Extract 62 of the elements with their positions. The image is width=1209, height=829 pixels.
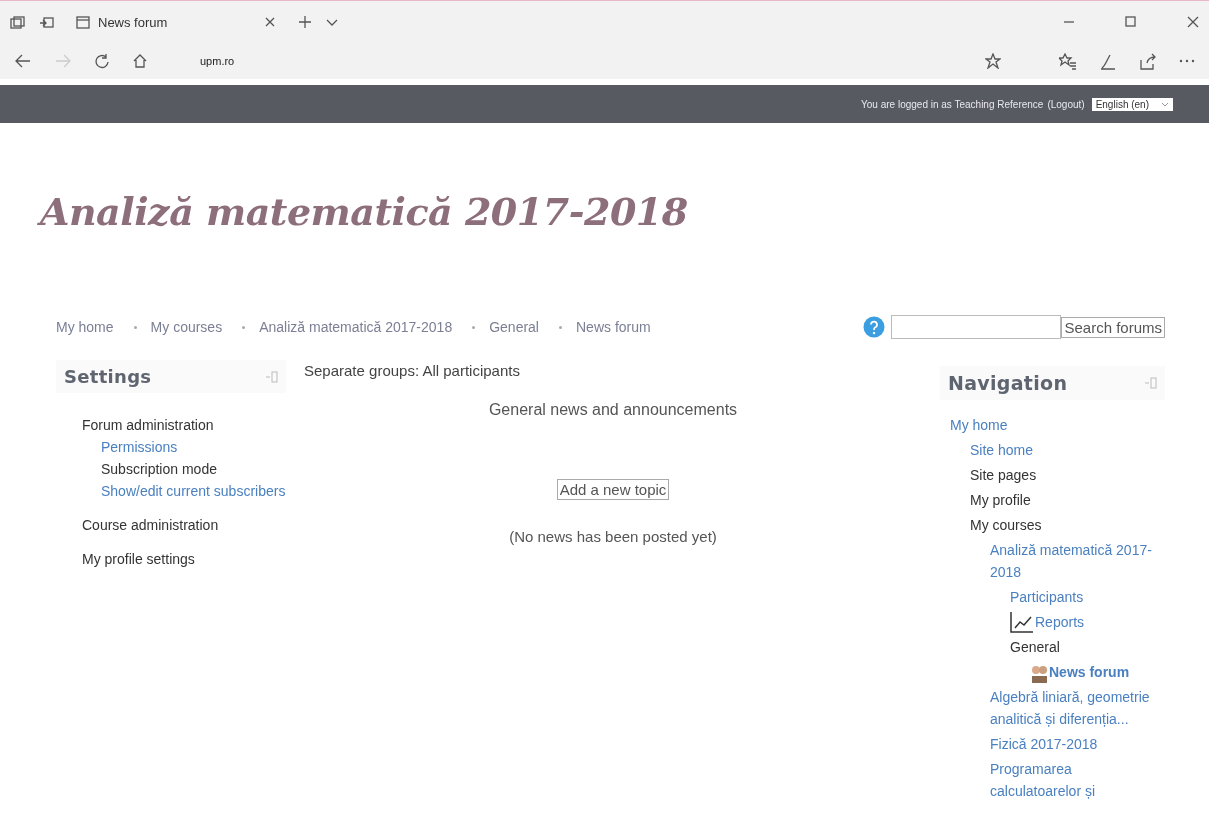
tree-link[interactable]: Show/edit current subscribers <box>101 481 286 501</box>
tree-item[interactable]: Forum administration <box>82 415 214 435</box>
tree-item[interactable]: General <box>1010 636 1060 658</box>
plus-icon[interactable] <box>298 15 312 29</box>
caret-icon <box>1161 100 1169 108</box>
tree-item[interactable]: Course administration <box>82 515 219 535</box>
refresh-icon[interactable] <box>94 53 110 69</box>
tree-link[interactable]: Participants <box>1010 586 1084 608</box>
tree-item[interactable]: Site pages <box>970 464 1037 486</box>
separator-dot-icon <box>559 325 562 329</box>
home-icon[interactable] <box>132 53 148 69</box>
tabs-icon[interactable] <box>10 15 25 29</box>
language-select[interactable]: English (en) <box>1091 97 1173 111</box>
breadcrumb-link[interactable]: Analiză matematică 2017-2018 <box>259 319 453 335</box>
tree-link[interactable]: News forum <box>1049 661 1130 683</box>
pen-icon[interactable] <box>1099 52 1117 70</box>
tree-link[interactable]: Site home <box>970 439 1034 461</box>
group-selector[interactable]: Separate groups: All participants <box>304 362 922 379</box>
tab-title: News forum <box>98 14 168 30</box>
address-bar[interactable]: upm.ro <box>200 55 963 67</box>
separator-dot-icon <box>133 325 137 329</box>
favorites-icon[interactable] <box>1059 52 1077 70</box>
empty-message: (No news has been posted yet) <box>509 528 717 545</box>
tree-link[interactable]: My home <box>950 414 1008 436</box>
tree-item[interactable]: My profile <box>970 489 1031 511</box>
close-icon[interactable] <box>264 16 276 28</box>
tree-link[interactable]: Permissions <box>101 437 178 457</box>
block-title: Navigation <box>948 372 1068 394</box>
logout-link[interactable]: (Logout) <box>1047 98 1085 110</box>
tree-link[interactable]: Fizică 2017-2018 <box>990 733 1098 755</box>
dock-toggle-icon[interactable] <box>1144 377 1157 389</box>
tree-link[interactable]: Programarea calculatoarelor și <box>990 758 1165 802</box>
share-icon[interactable] <box>1139 52 1157 70</box>
tab-aside-icon[interactable] <box>39 15 54 29</box>
page-icon <box>76 15 90 29</box>
search-field[interactable] <box>891 315 1062 339</box>
separator-dot-icon <box>242 325 246 329</box>
search-button[interactable]: Search forums <box>1061 316 1165 338</box>
separator-dot-icon <box>472 325 476 329</box>
block-title: Settings <box>64 366 152 387</box>
back-arrow-icon[interactable] <box>14 53 32 69</box>
tree-item[interactable]: My profile settings <box>82 549 195 569</box>
tree-link[interactable]: Algebră liniară, geometrie analitică și diferenția... <box>990 686 1165 730</box>
maximize-icon[interactable] <box>1125 16 1137 28</box>
tree-item[interactable]: My courses <box>970 514 1042 536</box>
close-icon[interactable] <box>1187 16 1199 28</box>
breadcrumb-link[interactable]: General <box>489 319 539 335</box>
dock-toggle-icon[interactable] <box>265 370 278 383</box>
login-info: You are logged in as Teaching Reference <box>861 98 1044 110</box>
people-icon <box>1030 665 1048 683</box>
tree-item[interactable]: Subscription mode <box>101 459 217 479</box>
chart-icon <box>1010 611 1034 633</box>
tree-link[interactable]: Analiză matematică 2017-2018 <box>990 539 1165 583</box>
forum-intro: General news and announcements <box>488 401 738 419</box>
add-topic-button[interactable]: Add a new topic <box>556 479 670 500</box>
breadcrumb-link[interactable]: News forum <box>576 319 651 335</box>
chevron-down-icon[interactable] <box>326 17 338 27</box>
breadcrumb-link[interactable]: My courses <box>150 319 223 335</box>
star-icon[interactable] <box>985 53 1001 69</box>
breadcrumb-link[interactable]: My home <box>56 319 114 335</box>
help-icon[interactable] <box>863 316 886 338</box>
tree-link[interactable]: Reports <box>1035 611 1085 633</box>
